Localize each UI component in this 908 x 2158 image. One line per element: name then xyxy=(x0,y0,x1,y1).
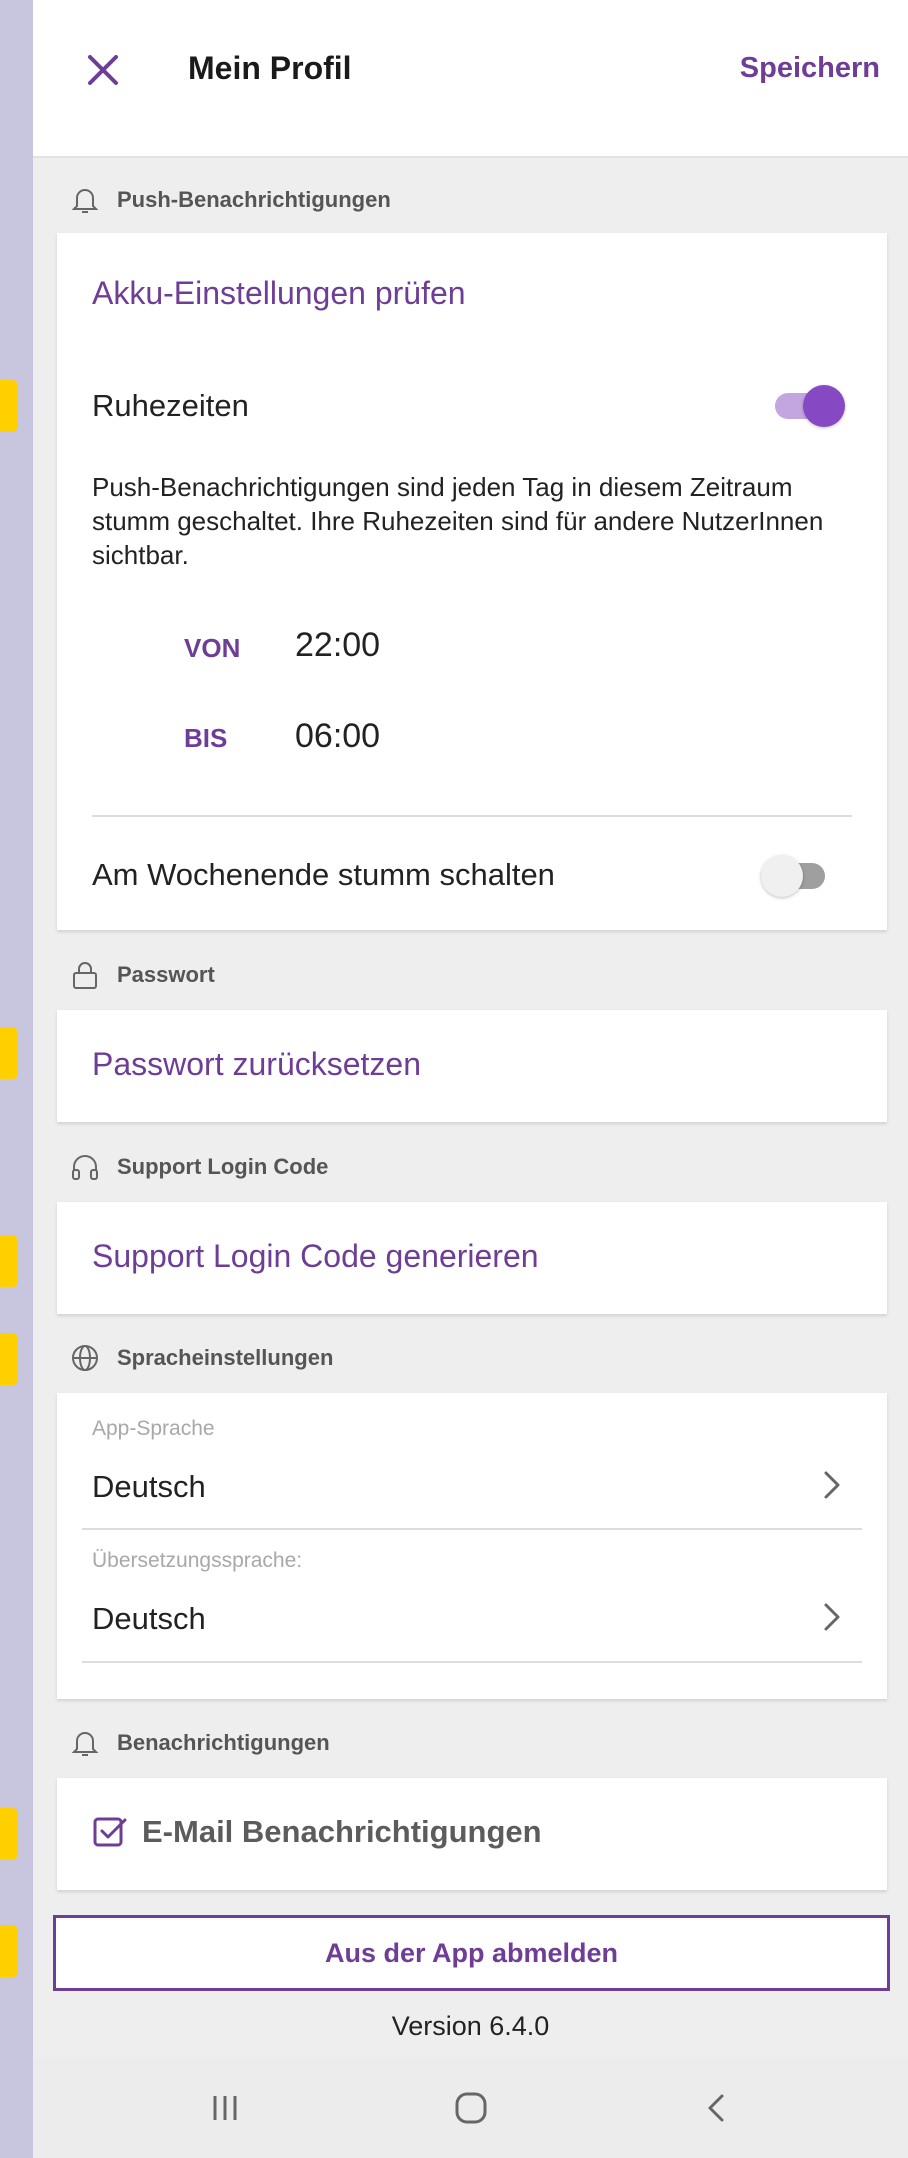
section-header-push: Push-Benachrichtigungen xyxy=(69,178,391,222)
translation-language-label: Übersetzungssprache: xyxy=(92,1549,303,1572)
close-icon xyxy=(88,55,118,85)
battery-settings-link[interactable]: Akku-Einstellungen prüfen xyxy=(92,275,466,312)
support-card: Support Login Code generieren xyxy=(57,1202,887,1314)
section-title: Benachrichtigungen xyxy=(117,1730,330,1755)
bell-icon xyxy=(71,189,99,213)
app-language-label: App-Sprache xyxy=(92,1417,215,1440)
app-language-value: Deutsch xyxy=(92,1469,206,1504)
left-strip xyxy=(0,0,33,2158)
section-title: Support Login Code xyxy=(117,1154,329,1179)
push-card: Akku-Einstellungen prüfen Ruhezeiten Pus… xyxy=(57,233,887,930)
translation-language-value: Deutsch xyxy=(92,1601,206,1636)
from-time[interactable]: 22:00 xyxy=(295,626,380,665)
language-card: App-Sprache Deutsch Übersetzungssprache:… xyxy=(57,1393,887,1699)
marker xyxy=(0,1027,18,1079)
toggle-thumb xyxy=(803,385,845,427)
section-header-password: Passwort xyxy=(69,953,215,997)
weekend-mute-label: Am Wochenende stumm schalten xyxy=(92,857,555,892)
phone-screen: Mein Profil Speichern Push-Benachrichtig… xyxy=(33,0,908,2158)
back-button[interactable] xyxy=(687,2078,747,2138)
password-card: Passwort zurücksetzen xyxy=(57,1010,887,1122)
marker xyxy=(0,1235,18,1287)
weekend-mute-toggle[interactable] xyxy=(761,853,831,897)
section-header-language: Spracheinstellungen xyxy=(69,1336,333,1380)
quiet-hours-description: Push-Benachrichtigungen sind jeden Tag i… xyxy=(92,472,824,570)
notifications-card: E-Mail Benachrichtigungen xyxy=(57,1778,887,1890)
close-button[interactable] xyxy=(73,40,133,100)
app-version: Version 6.4.0 xyxy=(391,2011,550,2041)
email-notifications-label: E-Mail Benachrichtigungen xyxy=(142,1814,542,1849)
checkbox-checked-icon[interactable] xyxy=(92,1814,128,1850)
lock-icon xyxy=(73,962,97,989)
section-header-support: Support Login Code xyxy=(69,1145,328,1189)
divider xyxy=(82,1661,862,1663)
reset-password-link[interactable]: Passwort zurücksetzen xyxy=(92,1046,421,1083)
divider xyxy=(92,815,852,817)
logout-button[interactable]: Aus der App abmelden xyxy=(53,1915,890,1991)
recents-icon xyxy=(213,2096,237,2120)
marker xyxy=(0,1925,18,1977)
back-icon xyxy=(708,2094,724,2122)
generate-support-code-link[interactable]: Support Login Code generieren xyxy=(92,1238,539,1275)
to-time[interactable]: 06:00 xyxy=(295,717,380,756)
section-title: Push-Benachrichtigungen xyxy=(117,187,391,212)
recents-button[interactable] xyxy=(195,2078,255,2138)
system-nav-bar xyxy=(33,2058,908,2158)
headset-icon xyxy=(72,1155,98,1180)
marker xyxy=(0,1333,18,1385)
section-title: Spracheinstellungen xyxy=(117,1345,334,1370)
toggle-thumb xyxy=(761,855,803,897)
marker xyxy=(0,380,18,432)
globe-icon xyxy=(72,1345,98,1371)
marker xyxy=(0,1808,18,1860)
section-header-notifications: Benachrichtigungen xyxy=(69,1721,330,1765)
section-title: Passwort xyxy=(117,962,215,987)
home-icon xyxy=(455,2092,487,2124)
app-bar: Mein Profil Speichern xyxy=(33,0,908,158)
divider xyxy=(82,1528,862,1530)
from-label: VON xyxy=(184,633,241,663)
quiet-hours-toggle[interactable] xyxy=(775,383,845,427)
bell-icon xyxy=(71,1732,99,1756)
chevron-right-icon xyxy=(824,1603,840,1631)
to-label: BIS xyxy=(184,723,228,753)
email-notifications-option[interactable]: E-Mail Benachrichtigungen xyxy=(92,1814,542,1850)
home-button[interactable] xyxy=(441,2078,501,2138)
save-button[interactable]: Speichern xyxy=(740,52,880,85)
quiet-hours-label: Ruhezeiten xyxy=(92,388,249,423)
page-title: Mein Profil xyxy=(188,50,352,86)
chevron-right-icon xyxy=(824,1471,840,1499)
